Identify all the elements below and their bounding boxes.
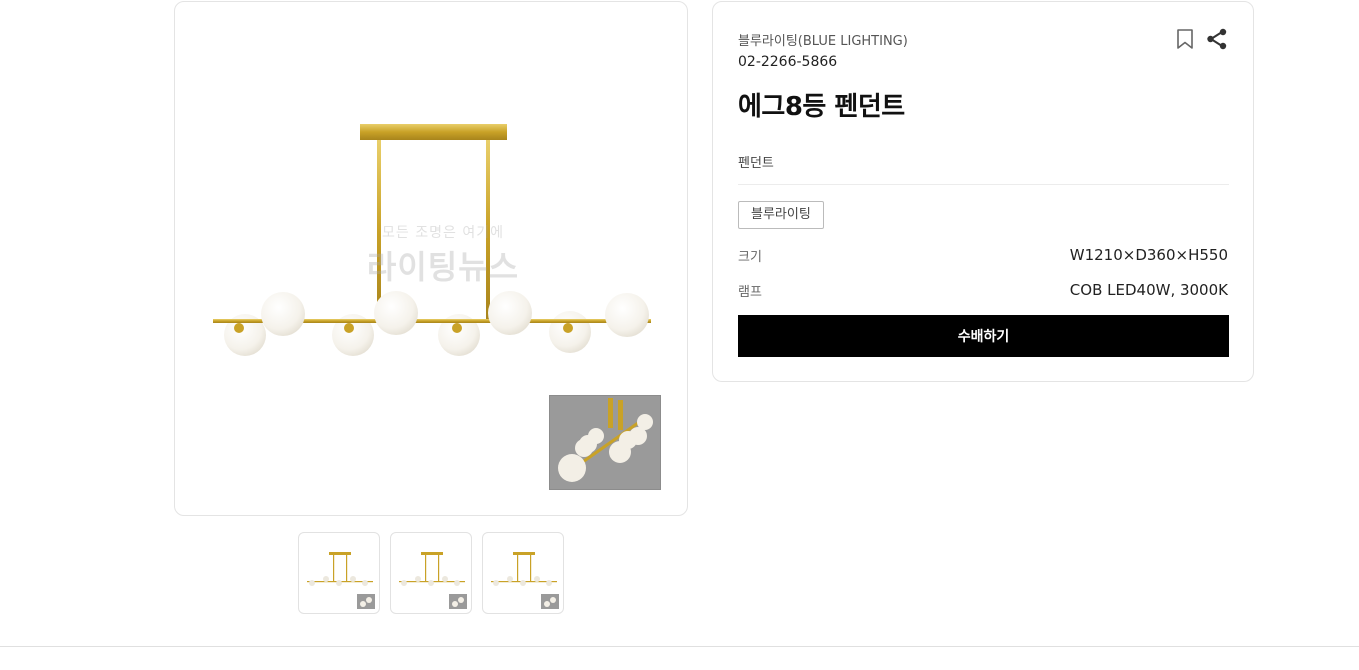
product-category: 펜던트	[738, 156, 774, 171]
phone-number: 02-2266-5866	[738, 54, 838, 70]
thumbnail-image	[491, 552, 559, 609]
angle-view-inset	[549, 395, 661, 490]
main-product-image[interactable]: 모든 조명은 여기에 라이팅뉴스	[174, 1, 688, 516]
spec-lamp-value: COB LED40W, 3000K	[1069, 281, 1228, 299]
brand-tag[interactable]: 블루라이팅	[738, 201, 824, 229]
spec-lamp-label: 램프	[738, 285, 762, 300]
divider	[738, 184, 1229, 185]
page-divider	[0, 646, 1359, 647]
import-button[interactable]: 수배하기	[738, 315, 1229, 357]
spec-size-label: 크기	[738, 250, 762, 265]
thumbnail-image	[307, 552, 375, 609]
brand-name[interactable]: 블루라이팅(BLUE LIGHTING)	[738, 30, 908, 49]
bookmark-icon[interactable]	[1173, 27, 1197, 51]
thumbnail-3[interactable]	[482, 532, 564, 614]
thumbnail-image	[399, 552, 467, 609]
thumbnail-2[interactable]	[390, 532, 472, 614]
product-info-card: 블루라이팅(BLUE LIGHTING) 02-2266-5866 에그8등 펜…	[712, 1, 1254, 382]
spec-size-value: W1210×D360×H550	[1069, 246, 1228, 264]
share-icon[interactable]	[1205, 27, 1229, 51]
thumbnail-1[interactable]	[298, 532, 380, 614]
product-detail-page: 모든 조명은 여기에 라이팅뉴스 블루라이팅(BLUE LIGHTING) 02…	[0, 0, 1359, 670]
angled-lamp-illustration	[558, 398, 653, 482]
product-title: 에그8등 펜던트	[738, 92, 905, 122]
